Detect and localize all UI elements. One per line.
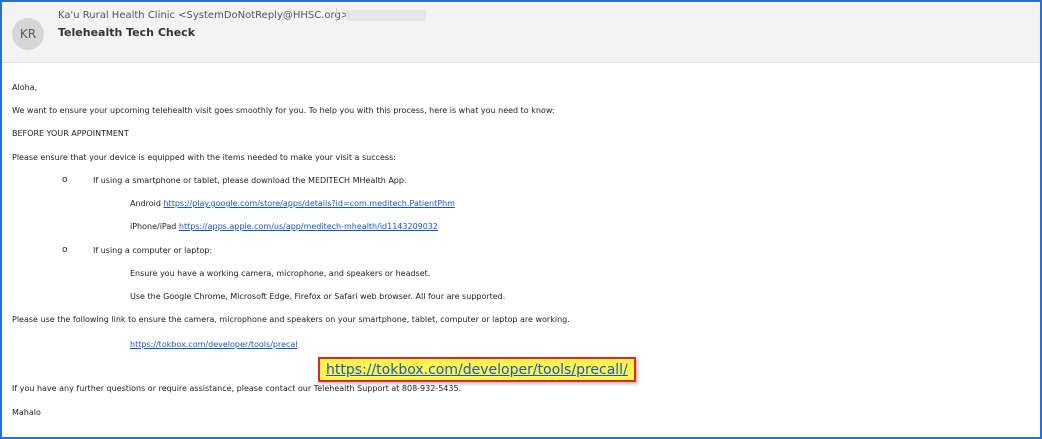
sender-address[interactable]: Ka'u Rural Health Clinic <SystemDoNotRep… [58, 10, 349, 21]
redacted-recipient [346, 10, 426, 21]
iphone-row: iPhone/iPad https://apps.apple.com/us/ap… [130, 222, 438, 231]
android-app-link[interactable]: https://play.google.com/store/apps/detai… [163, 199, 454, 208]
iphone-label: iPhone/iPad [130, 222, 177, 231]
android-label: Android [130, 199, 161, 208]
bullet-computer-text: If using a computer or laptop: [93, 246, 213, 255]
bullet-marker: o [62, 245, 68, 255]
email-header: KR Ka'u Rural Health Clinic <SystemDoNot… [2, 2, 1040, 63]
precall-row: https://tokbox.com/developer/tools/preca… [130, 340, 298, 349]
greeting: Aloha, [12, 83, 38, 92]
closing-text: Mahalo [12, 408, 41, 417]
support-text: If you have any further questions or req… [12, 384, 462, 393]
intro-text: We want to ensure your upcoming teleheal… [12, 106, 555, 115]
computer-req-2: Use the Google Chrome, Microsoft Edge, F… [130, 292, 506, 301]
email-subject: Telehealth Tech Check [58, 26, 196, 39]
equip-intro: Please ensure that your device is equipp… [12, 153, 396, 162]
header-divider [336, 8, 337, 22]
precall-intro: Please use the following link to ensure … [12, 315, 570, 324]
bullet-mobile-text: If using a smartphone or tablet, please … [93, 176, 407, 185]
precall-link[interactable]: https://tokbox.com/developer/tools/preca… [130, 340, 298, 349]
email-window: KR Ka'u Rural Health Clinic <SystemDoNot… [0, 0, 1042, 439]
bullet-marker: o [62, 175, 68, 185]
computer-req-1: Ensure you have a working camera, microp… [130, 269, 431, 278]
android-row: Android https://play.google.com/store/ap… [130, 199, 455, 208]
sender-avatar[interactable]: KR [12, 18, 44, 50]
iphone-app-link[interactable]: https://apps.apple.com/us/app/meditech-m… [179, 222, 438, 231]
section-heading: BEFORE YOUR APPOINTMENT [12, 129, 129, 138]
precall-link-callout[interactable]: https://tokbox.com/developer/tools/preca… [318, 357, 636, 382]
